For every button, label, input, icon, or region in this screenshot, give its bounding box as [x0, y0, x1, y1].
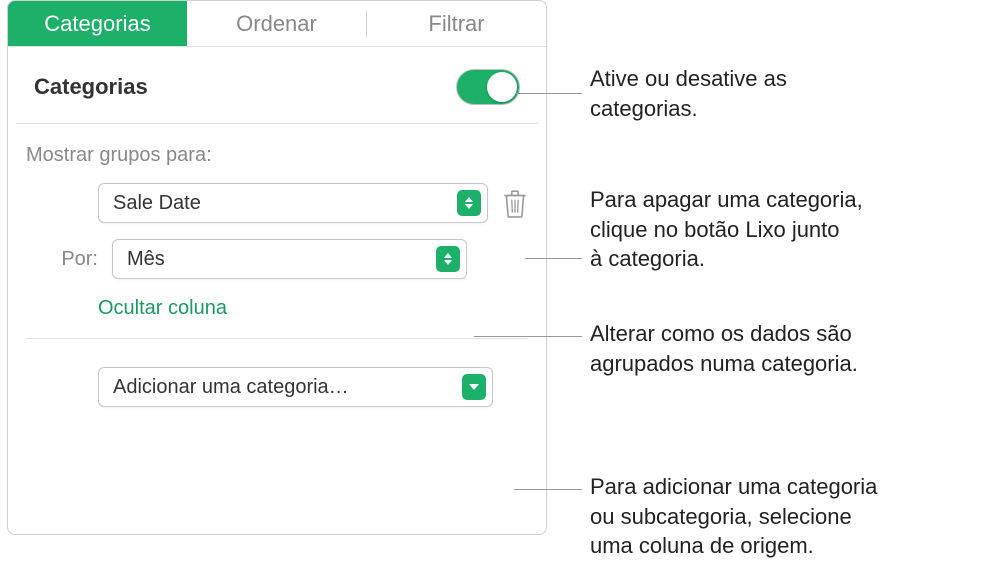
trash-icon[interactable] [502, 188, 528, 218]
tab-filter[interactable]: Filtrar [367, 1, 546, 46]
callout-text: uma coluna de origem. [590, 531, 877, 561]
group-by-value: Mês [127, 248, 165, 271]
callout-line [514, 489, 582, 490]
por-label: Por: [50, 248, 98, 271]
tab-label: Categorias [44, 11, 150, 37]
group-column-select[interactable]: Sale Date [98, 183, 488, 223]
add-category-select[interactable]: Adicionar uma categoria… [98, 367, 493, 407]
callout-text: Alterar como os dados são [590, 319, 858, 349]
callout-groupby: Alterar como os dados são agrupados numa… [590, 319, 858, 378]
hide-column-link[interactable]: Ocultar coluna [98, 297, 227, 319]
toggle-knob [487, 72, 517, 102]
callout-text: Para adicionar uma categoria [590, 472, 877, 502]
group-by-row: Por: Mês [26, 239, 528, 279]
section-header: Categorias [16, 47, 538, 124]
add-category-value: Adicionar uma categoria… [113, 376, 349, 399]
callout-text: agrupados numa categoria. [590, 349, 858, 379]
hide-column-row: Ocultar coluna [26, 297, 528, 320]
panel-content: Mostrar grupos para: Sale Date Por: Mês [8, 124, 546, 427]
tab-label: Filtrar [428, 11, 484, 37]
callout-text: clique no botão Lixo junto [590, 215, 863, 245]
tab-sort[interactable]: Ordenar [187, 1, 366, 46]
callout-text: Para apagar uma categoria, [590, 185, 863, 215]
group-by-select[interactable]: Mês [112, 239, 467, 279]
callout-line [525, 258, 582, 259]
group-column-row: Sale Date [26, 183, 528, 223]
callout-trash: Para apagar uma categoria, clique no bot… [590, 185, 863, 274]
inspector-panel: Categorias Ordenar Filtrar Categorias Mo… [7, 0, 547, 535]
tab-categories[interactable]: Categorias [8, 1, 187, 46]
show-groups-label: Mostrar grupos para: [26, 144, 528, 167]
callout-line [516, 93, 582, 94]
tab-label: Ordenar [236, 11, 317, 37]
add-category-row: Adicionar uma categoria… [26, 367, 528, 407]
updown-arrows-icon [436, 246, 460, 272]
categories-toggle[interactable] [456, 69, 520, 105]
group-column-value: Sale Date [113, 192, 201, 215]
callout-add: Para adicionar uma categoria ou subcateg… [590, 472, 877, 561]
chevron-down-icon [462, 374, 486, 400]
section-title: Categorias [34, 74, 148, 100]
tab-bar: Categorias Ordenar Filtrar [8, 1, 546, 47]
callout-text: ou subcategoria, selecione [590, 502, 877, 532]
callout-text: à categoria. [590, 244, 863, 274]
updown-arrows-icon [457, 190, 481, 216]
divider [26, 338, 528, 339]
callout-line [474, 336, 582, 337]
callout-toggle: Ative ou desative as categorias. [590, 64, 830, 123]
